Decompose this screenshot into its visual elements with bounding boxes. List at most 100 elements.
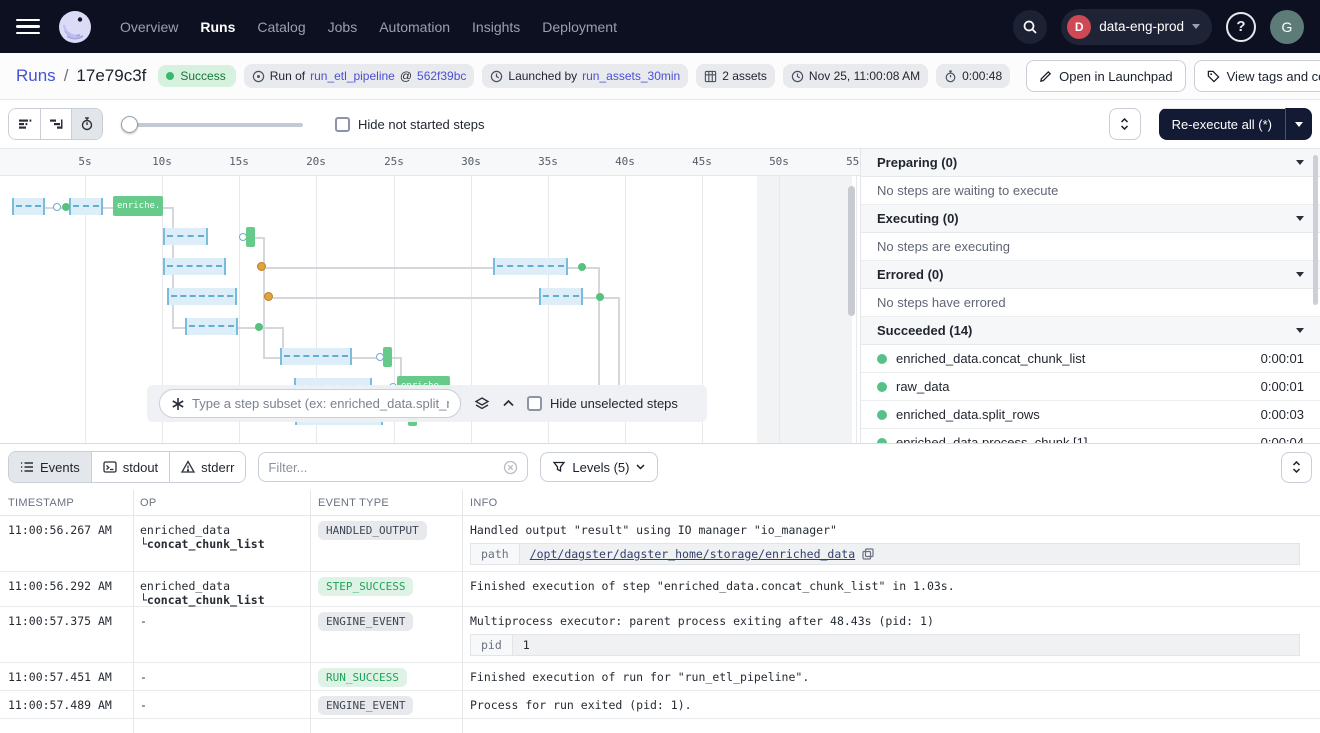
layout-waterfall-icon[interactable] [40, 109, 71, 139]
nav-item-insights[interactable]: Insights [472, 19, 520, 35]
step-subset-input-wrap [159, 389, 461, 418]
filter-input[interactable] [268, 460, 497, 475]
gantt-marker-output[interactable] [264, 292, 273, 301]
open-launchpad-button[interactable]: Open in Launchpad [1026, 60, 1185, 92]
chevron-down-icon [1296, 160, 1304, 165]
step-row[interactable]: enriched_data.split_rows0:00:03 [861, 401, 1320, 429]
run-tag[interactable]: Run of run_etl_pipeline @ 562f39bc [244, 64, 475, 88]
gantt-step-success[interactable] [383, 347, 392, 367]
run-tag[interactable]: Nov 25, 11:00:08 AM [783, 64, 928, 88]
panel-scrollbar[interactable] [1313, 155, 1318, 305]
pending-dash [167, 265, 222, 267]
metadata-value: 1 [513, 635, 540, 655]
gantt-marker-success[interactable] [62, 203, 70, 211]
gantt-marker-success[interactable] [255, 323, 263, 331]
section-header[interactable]: Succeeded (14) [861, 317, 1320, 345]
section-title: Preparing (0) [877, 155, 957, 170]
reexecute-dropdown[interactable] [1285, 108, 1312, 140]
step-subset-input[interactable] [192, 396, 449, 411]
nav-item-overview[interactable]: Overview [120, 19, 178, 35]
gantt-step-success[interactable] [246, 227, 255, 247]
section-header[interactable]: Executing (0) [861, 205, 1320, 233]
hide-not-started-checkbox[interactable] [335, 117, 350, 132]
breadcrumb-runs-link[interactable]: Runs [16, 66, 56, 86]
table-row[interactable]: 11:00:57.451 AM-RUN_SUCCESSFinished exec… [0, 663, 1320, 691]
step-row[interactable]: enriched_data.concat_chunk_list0:00:01 [861, 345, 1320, 373]
table-row[interactable]: 11:00:56.292 AMenriched_data└concat_chun… [0, 572, 1320, 607]
gantt-step-pending[interactable] [167, 288, 237, 305]
gantt-scrollbar[interactable] [848, 186, 855, 316]
slider-thumb[interactable] [121, 116, 138, 133]
gantt-step-pending[interactable] [493, 258, 568, 275]
user-avatar[interactable]: G [1270, 10, 1304, 44]
nav-item-automation[interactable]: Automation [379, 19, 450, 35]
nav-item-runs[interactable]: Runs [200, 19, 235, 35]
metadata-path-link[interactable]: /opt/dagster/dagster_home/storage/enrich… [530, 547, 855, 561]
gantt-chart[interactable]: 5s10s15s20s25s30s35s40s45s50s55senriche.… [0, 149, 860, 443]
step-status-panel: Preparing (0)No steps are waiting to exe… [860, 149, 1320, 443]
step-row[interactable]: enriched_data.process_chunk [1]0:00:04 [861, 429, 1320, 443]
nav-item-deployment[interactable]: Deployment [542, 19, 617, 35]
dagster-logo[interactable] [58, 10, 92, 44]
gantt-step-pending[interactable] [163, 258, 226, 275]
tab-Events[interactable]: Events [9, 452, 91, 482]
clear-filter-icon[interactable] [503, 460, 518, 475]
gantt-marker-success[interactable] [578, 263, 586, 271]
run-tag[interactable]: 2 assets [696, 64, 775, 88]
event-table-header: TIMESTAMPOPEVENT TYPEINFO [0, 490, 1320, 516]
gantt-marker-output[interactable] [257, 262, 266, 271]
search-icon[interactable] [1013, 10, 1047, 44]
view-tags-config-button[interactable]: View tags and config [1194, 60, 1320, 92]
gantt-sort-button[interactable] [1109, 108, 1141, 140]
gantt-connector-line [598, 267, 600, 389]
layout-flat-icon[interactable] [9, 109, 40, 139]
tab-stdout[interactable]: stdout [91, 452, 169, 482]
section-header[interactable]: Errored (0) [861, 261, 1320, 289]
step-success-dot-icon [877, 410, 887, 420]
zoom-slider[interactable] [121, 116, 303, 133]
table-row[interactable]: 11:00:57.489 AM-ENGINE_EVENTProcess for … [0, 691, 1320, 719]
event-info-text: Finished execution of step "enriched_dat… [470, 579, 1306, 593]
run-tag[interactable]: 0:00:48 [936, 64, 1010, 88]
metadata-value: /opt/dagster/dagster_home/storage/enrich… [520, 544, 884, 564]
section-header[interactable]: Preparing (0) [861, 149, 1320, 177]
gantt-step-pending[interactable] [163, 228, 208, 245]
gantt-marker-success[interactable] [596, 293, 604, 301]
log-sort-button[interactable] [1281, 452, 1312, 483]
tag-text: Run of [270, 69, 305, 83]
table-row[interactable]: 11:00:57.375 AM-ENGINE_EVENTMultiprocess… [0, 607, 1320, 663]
help-icon[interactable]: ? [1226, 12, 1256, 42]
nav-item-jobs[interactable]: Jobs [328, 19, 358, 35]
table-row[interactable]: 11:00:56.267 AMenriched_data└concat_chun… [0, 516, 1320, 572]
tag-link[interactable]: 562f39bc [417, 69, 466, 83]
event-info: Finished execution of run for "run_etl_p… [470, 670, 1306, 684]
gantt-step-pending[interactable] [12, 198, 45, 215]
gantt-step-pending[interactable] [539, 288, 583, 305]
gantt-marker-start[interactable] [53, 203, 61, 211]
hide-unselected-checkbox[interactable] [527, 396, 542, 411]
axis-tick-label: 25s [384, 155, 404, 168]
layers-icon[interactable] [474, 396, 490, 412]
copy-icon[interactable] [862, 548, 874, 560]
run-id: 17e79c3f [76, 66, 146, 86]
metadata-key: path [471, 544, 520, 564]
gantt-step-pending[interactable] [280, 348, 352, 365]
gantt-step-pending[interactable] [69, 198, 103, 215]
menu-icon[interactable] [16, 15, 40, 39]
workspace-switcher[interactable]: D data-eng-prod [1061, 9, 1212, 45]
gantt-step-pending[interactable] [185, 318, 238, 335]
event-timestamp: 11:00:57.451 AM [8, 670, 112, 684]
levels-dropdown[interactable]: Levels (5) [540, 452, 658, 482]
run-tag[interactable]: Launched by run_assets_30min [482, 64, 688, 88]
tag-link[interactable]: run_assets_30min [582, 69, 680, 83]
step-row[interactable]: raw_data0:00:01 [861, 373, 1320, 401]
layout-timed-icon[interactable] [71, 109, 102, 139]
nav-item-catalog[interactable]: Catalog [257, 19, 305, 35]
tag-link[interactable]: run_etl_pipeline [310, 69, 395, 83]
hide-not-started-label: Hide not started steps [358, 117, 484, 132]
reexecute-all-button[interactable]: Re-execute all (*) [1159, 108, 1312, 140]
collapse-chevron-icon[interactable] [503, 400, 514, 407]
event-info-text: Process for run exited (pid: 1). [470, 698, 1306, 712]
tab-stderr[interactable]: stderr [169, 452, 245, 482]
gantt-step-success[interactable]: enriche. [113, 196, 163, 216]
